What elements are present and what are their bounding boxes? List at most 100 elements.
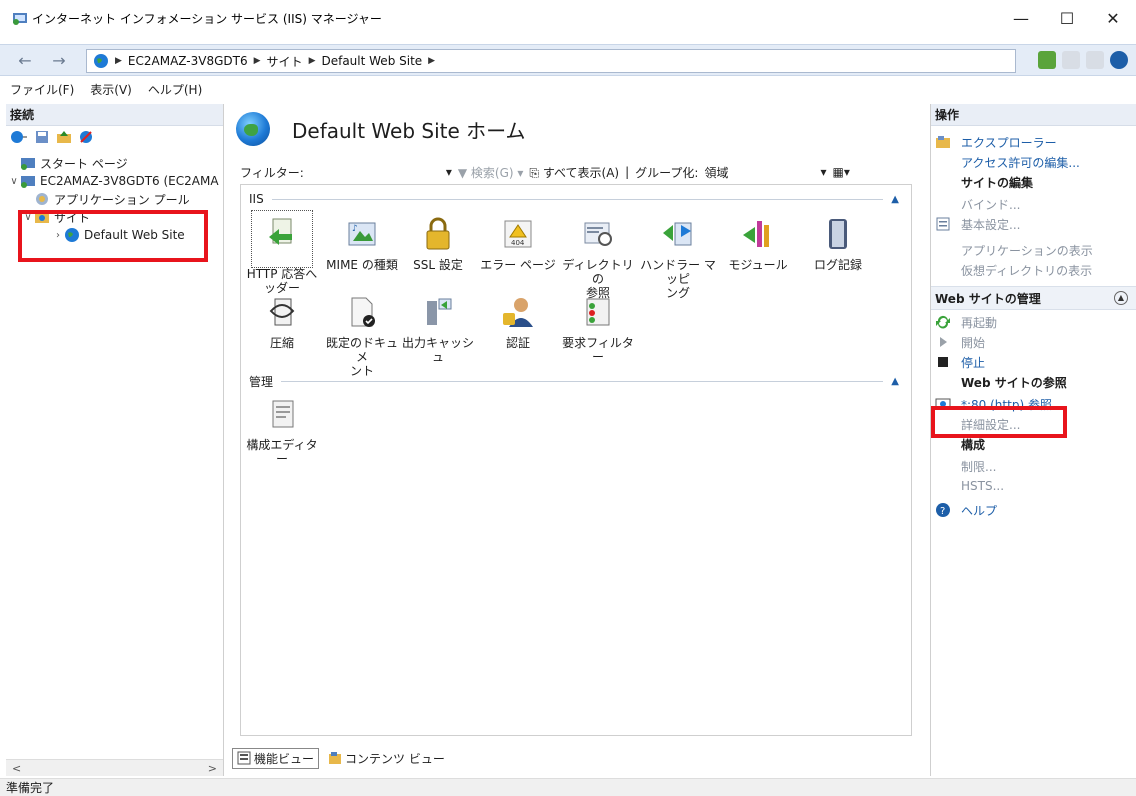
action-edit-permissions[interactable]: アクセス許可の編集...	[931, 152, 1136, 172]
feature-ssl-settings[interactable]: SSL 設定	[399, 217, 477, 272]
search-button[interactable]: ▼ 検索(G) ▾	[458, 164, 524, 181]
main-header: Default Web Site ホーム	[228, 104, 924, 154]
close-button[interactable]: ✕	[1090, 0, 1136, 36]
scroll-left-icon[interactable]: <	[12, 762, 21, 775]
group-header-management[interactable]: 管理 ▲	[249, 373, 899, 389]
features-panel: Default Web Site ホーム フィルター: ▾ ▼ 検索(G) ▾ …	[228, 104, 924, 776]
menu-view[interactable]: 表示(V)	[90, 81, 132, 98]
authentication-icon	[503, 298, 533, 327]
feature-output-cache[interactable]: 出力キャッシュ	[399, 295, 477, 364]
action-stop[interactable]: 停止	[931, 352, 1136, 372]
action-view-virtual-directories[interactable]: 仮想ディレクトリの表示	[931, 260, 1136, 280]
feature-label: 既定のドキュメ	[325, 336, 398, 364]
chevron-down-icon[interactable]: ∨	[8, 176, 20, 187]
action-bindings[interactable]: バインド...	[931, 194, 1136, 214]
feature-http-response-headers[interactable]: HTTP 応答へ ッダー	[243, 210, 321, 295]
connect-icon[interactable]	[10, 129, 28, 148]
up-folder-icon[interactable]	[56, 129, 72, 148]
feature-handler-mappings[interactable]: ハンドラー マッピ ング	[639, 217, 717, 300]
tab-features-view[interactable]: 機能ビュー	[232, 747, 320, 769]
maximize-button[interactable]: ☐	[1044, 0, 1090, 36]
connections-toolbar	[6, 126, 223, 150]
feature-directory-browsing[interactable]: ディレクトリの 参照	[559, 217, 637, 300]
home-icon[interactable]	[1086, 51, 1104, 69]
compression-icon	[269, 298, 295, 326]
collapse-circle-icon[interactable]: ▲	[1114, 291, 1128, 305]
stop-square-icon	[938, 357, 948, 367]
action-label: バインド...	[961, 197, 1021, 212]
breadcrumb-server[interactable]: EC2AMAZ-3V8GDT6	[128, 54, 248, 68]
browse-website-heading: Web サイトの参照	[961, 376, 1067, 390]
view-mode-icon[interactable]: ▦▾	[833, 165, 850, 179]
page-title: Default Web Site ホーム	[292, 118, 526, 143]
group-by-select[interactable]: 領域	[704, 164, 814, 181]
tree-item-server[interactable]: ∨ EC2AMAZ-3V8GDT6 (EC2AMA	[6, 172, 223, 190]
mime-types-icon: ♪	[348, 222, 376, 246]
connections-panel: 接続 スタート ページ ∨ EC2AMAZ-3V8GDT6 (EC2AMA アプ…	[6, 104, 224, 776]
action-label: アプリケーションの表示	[961, 243, 1093, 258]
feature-mime-types[interactable]: ♪ MIME の種類	[323, 217, 401, 272]
stop-icon[interactable]	[1062, 51, 1080, 69]
help-icon[interactable]	[1110, 51, 1128, 69]
action-help[interactable]: ? ヘルプ	[931, 500, 1136, 520]
action-explore[interactable]: エクスプローラー	[931, 132, 1136, 152]
feature-modules[interactable]: モジュール	[719, 217, 797, 272]
action-start[interactable]: 開始	[931, 332, 1136, 352]
manage-website-section[interactable]: Web サイトの管理 ▲	[931, 286, 1136, 310]
tree-item-app-pools[interactable]: アプリケーション プール	[6, 190, 223, 208]
action-restart[interactable]: 再起動	[931, 312, 1136, 332]
help-icon: ?	[936, 503, 950, 517]
action-hsts[interactable]: HSTS...	[931, 476, 1136, 496]
breadcrumb-sites[interactable]: サイト	[267, 53, 303, 70]
breadcrumb-site[interactable]: Default Web Site	[321, 54, 422, 68]
menu-help[interactable]: ヘルプ(H)	[148, 81, 202, 98]
feature-label: 認証	[505, 336, 530, 350]
window-title: インターネット インフォメーション サービス (IIS) マネージャー	[32, 11, 382, 26]
iis-app-icon	[12, 10, 28, 26]
horizontal-scrollbar[interactable]: < >	[6, 759, 223, 776]
svg-text:404: 404	[511, 239, 525, 247]
feature-authentication[interactable]: 認証	[479, 295, 557, 350]
group-header-iis[interactable]: IIS ▲	[249, 191, 899, 207]
feature-compression[interactable]: 圧縮	[243, 295, 321, 350]
action-limits[interactable]: 制限...	[931, 456, 1136, 476]
action-label: 再起動	[961, 315, 998, 330]
show-all-label: すべて表示(A)	[542, 165, 620, 180]
back-button[interactable]: ←	[14, 51, 36, 71]
action-view-applications[interactable]: アプリケーションの表示	[931, 240, 1136, 260]
feature-request-filtering[interactable]: 要求フィルター	[559, 295, 637, 364]
minimize-button[interactable]: —	[998, 0, 1044, 36]
group-by-dropdown-icon[interactable]: ▾	[820, 165, 826, 179]
tree-item-start-page[interactable]: スタート ページ	[6, 154, 223, 172]
explorer-icon	[936, 136, 950, 148]
show-all-button[interactable]: ⎘ すべて表示(A)	[529, 164, 619, 181]
tab-content-view[interactable]: コンテンツ ビュー	[323, 748, 450, 769]
group-name: IIS	[249, 192, 264, 206]
refresh-icon[interactable]	[1038, 51, 1056, 69]
menu-file[interactable]: ファイル(F)	[10, 81, 74, 98]
features-content: IIS ▲ HTTP 応答へ ッダー ♪ MIME の種類 SSL 設定 404…	[240, 184, 912, 736]
action-label: 制限...	[961, 459, 997, 474]
filter-label: フィルター:	[240, 165, 304, 180]
disconnect-icon[interactable]	[78, 129, 94, 148]
tab-label: 機能ビュー	[254, 751, 315, 766]
action-basic-settings[interactable]: 基本設定...	[931, 214, 1136, 234]
group-divider	[281, 380, 884, 382]
collapse-icon[interactable]: ▲	[891, 194, 899, 205]
forward-button[interactable]: →	[48, 51, 70, 71]
filter-dropdown-icon[interactable]: ▾	[446, 165, 452, 179]
feature-configuration-editor[interactable]: 構成エディター	[243, 397, 321, 466]
breadcrumb[interactable]: ▶ EC2AMAZ-3V8GDT6 ▶ サイト ▶ Default Web Si…	[86, 49, 1016, 73]
ssl-lock-icon	[426, 217, 450, 250]
filter-input[interactable]	[310, 163, 440, 181]
feature-logging[interactable]: ログ記録	[799, 217, 877, 272]
collapse-icon[interactable]: ▲	[891, 376, 899, 387]
separator: |	[625, 165, 630, 179]
server-icon	[21, 176, 35, 188]
directory-browsing-icon	[584, 222, 612, 246]
save-icon[interactable]	[34, 129, 50, 148]
filter-bar: フィルター: ▾ ▼ 検索(G) ▾ ⎘ すべて表示(A) | グループ化: 領…	[240, 160, 912, 184]
scroll-right-icon[interactable]: >	[208, 762, 217, 775]
feature-error-pages[interactable]: 404 エラー ページ	[479, 217, 557, 272]
feature-default-document[interactable]: 既定のドキュメ ント	[323, 295, 401, 378]
